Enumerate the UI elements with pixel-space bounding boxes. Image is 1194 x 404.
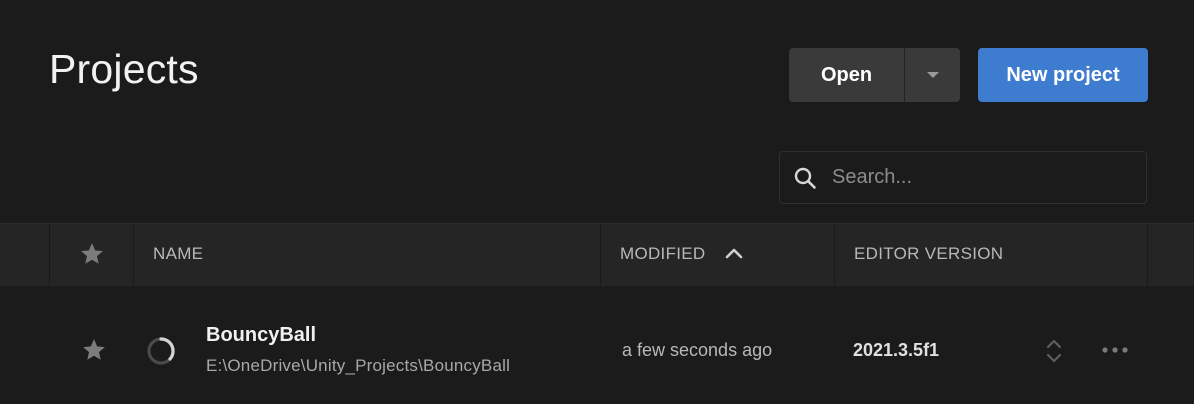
column-divider <box>1147 224 1148 286</box>
chevron-up-icon[interactable] <box>724 244 744 264</box>
column-divider <box>834 224 835 286</box>
column-divider <box>600 224 601 286</box>
column-header-editor-version[interactable]: EDITOR VERSION <box>854 244 1003 264</box>
project-path: E:\OneDrive\Unity_Projects\BouncyBall <box>206 356 511 375</box>
column-divider <box>133 224 134 286</box>
project-row[interactable]: BouncyBall E:\OneDrive\Unity_Projects\Bo… <box>0 286 1194 404</box>
more-options-icon[interactable] <box>1100 340 1130 360</box>
column-divider <box>49 224 50 286</box>
open-button-group: Open <box>789 48 960 102</box>
open-dropdown-button[interactable] <box>905 48 960 102</box>
star-icon[interactable] <box>79 241 105 267</box>
chevron-up-down-icon[interactable] <box>1044 337 1064 365</box>
project-editor-version: 2021.3.5f1 <box>853 340 940 360</box>
projects-page: Projects Open New project NAME MODIFIED <box>0 0 1194 404</box>
caret-down-icon <box>926 72 939 78</box>
project-name[interactable]: BouncyBall <box>206 324 316 347</box>
search-box <box>779 151 1147 204</box>
page-title: Projects <box>49 46 199 92</box>
loading-spinner-icon <box>147 337 175 365</box>
new-project-button[interactable]: New project <box>978 48 1148 102</box>
search-input[interactable] <box>830 161 1146 194</box>
favorite-star-icon[interactable] <box>81 337 107 363</box>
column-header-modified[interactable]: MODIFIED <box>620 244 706 264</box>
open-button[interactable]: Open <box>789 48 904 102</box>
table-header: NAME MODIFIED EDITOR VERSION <box>0 223 1194 286</box>
search-icon <box>792 165 818 191</box>
project-modified: a few seconds ago <box>622 340 773 360</box>
column-header-name[interactable]: NAME <box>153 244 203 264</box>
